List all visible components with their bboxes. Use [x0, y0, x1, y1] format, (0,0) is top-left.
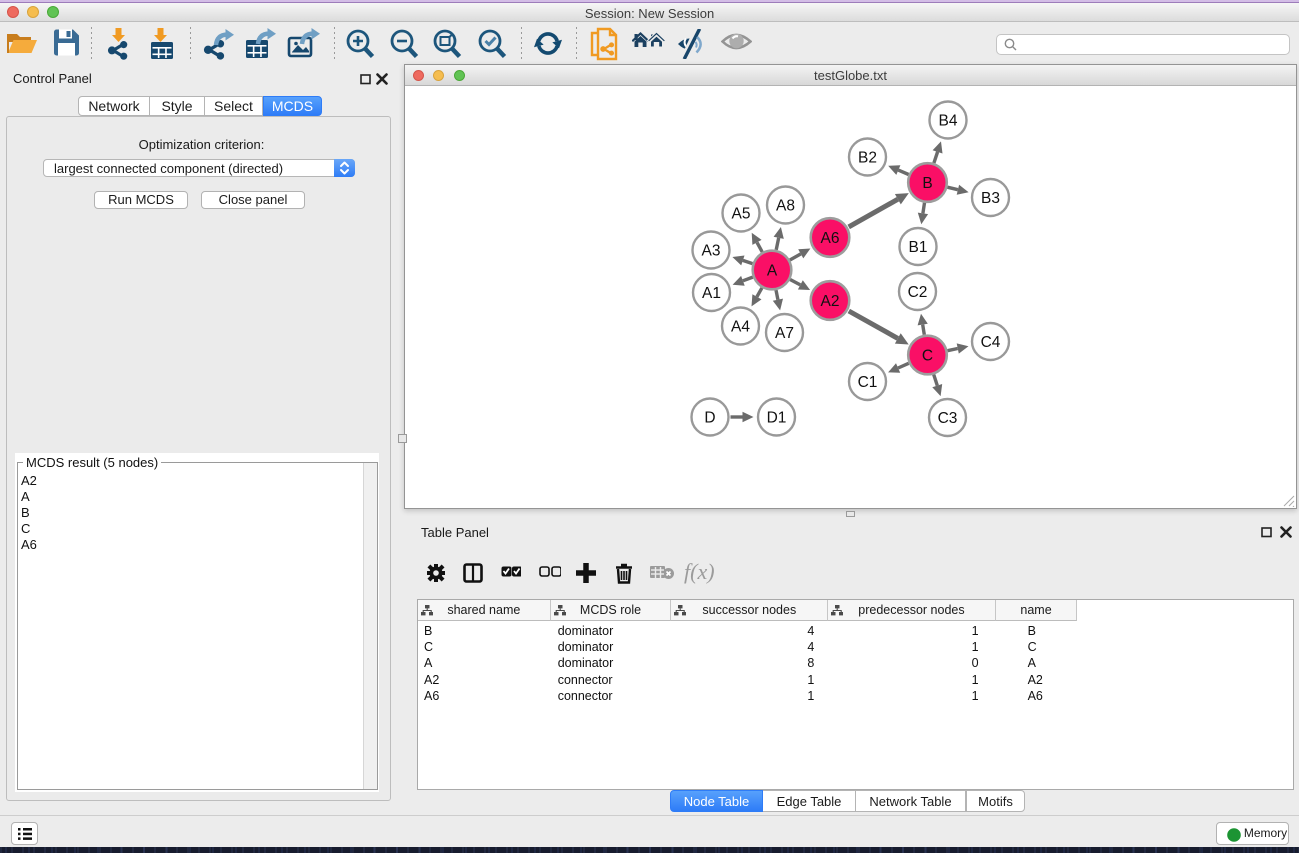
svg-text:B2: B2	[858, 150, 877, 167]
svg-text:C2: C2	[908, 284, 928, 301]
svg-text:A7: A7	[775, 325, 794, 342]
svg-text:A8: A8	[776, 198, 795, 215]
svg-text:A6: A6	[821, 230, 840, 247]
svg-text:B4: B4	[939, 113, 958, 130]
svg-text:C4: C4	[981, 334, 1001, 351]
svg-text:A4: A4	[731, 319, 750, 336]
svg-text:B: B	[922, 175, 932, 192]
svg-text:D1: D1	[767, 410, 787, 427]
svg-text:A: A	[767, 263, 778, 280]
svg-text:B1: B1	[909, 239, 928, 256]
svg-text:A5: A5	[732, 206, 751, 223]
svg-text:C: C	[922, 348, 933, 365]
svg-text:A2: A2	[821, 293, 840, 310]
svg-text:C3: C3	[938, 410, 958, 427]
svg-text:A3: A3	[702, 243, 721, 260]
svg-text:B3: B3	[981, 190, 1000, 207]
svg-text:C1: C1	[858, 374, 878, 391]
svg-text:A1: A1	[702, 285, 721, 302]
svg-text:D: D	[704, 410, 715, 427]
